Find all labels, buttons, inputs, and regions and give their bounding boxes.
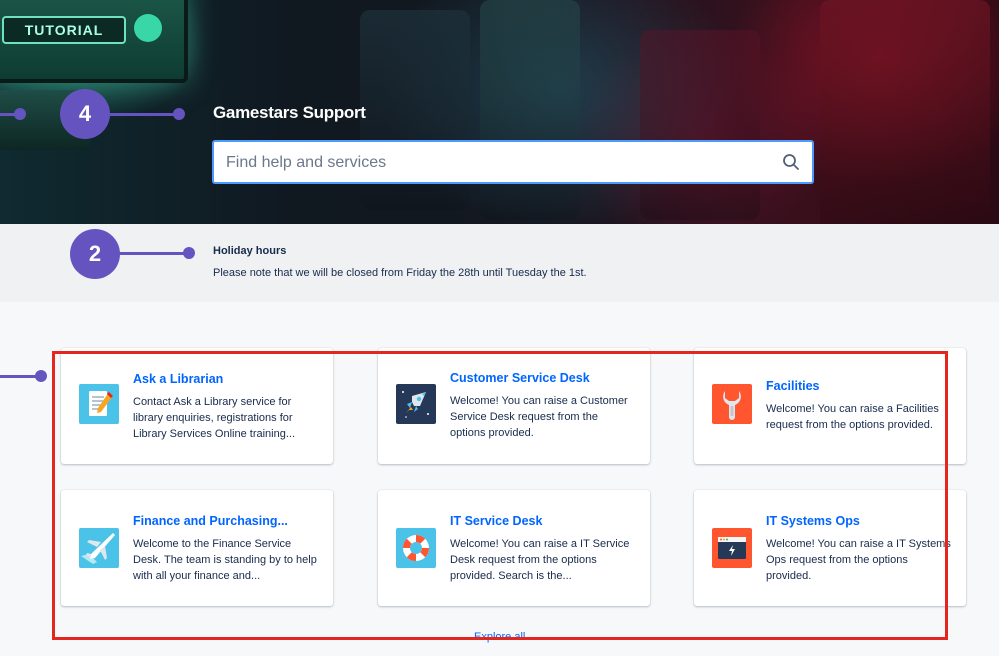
browser-window-icon bbox=[712, 528, 752, 568]
service-desk-card[interactable]: Customer Service Desk Welcome! You can r… bbox=[378, 348, 650, 464]
annotation-leader-dot bbox=[173, 108, 185, 120]
search-icon[interactable] bbox=[782, 153, 800, 171]
service-desk-card[interactable]: Finance and Purchasing... Welcome to the… bbox=[61, 490, 333, 606]
announcement-title: Holiday hours bbox=[213, 245, 287, 257]
annotation-leader-line bbox=[0, 375, 40, 378]
explore-all-link[interactable]: Explore all ⌄ bbox=[474, 630, 546, 643]
service-desk-description: Welcome! You can raise a Customer Servic… bbox=[450, 395, 628, 439]
service-desk-description: Welcome to the Finance Service Desk. The… bbox=[133, 538, 317, 582]
service-desk-description: Welcome! You can raise a IT Systems Ops … bbox=[766, 538, 951, 582]
service-desk-card[interactable]: Ask a Librarian Contact Ask a Library se… bbox=[61, 348, 333, 464]
annotation-marker-4: 4 bbox=[60, 89, 110, 139]
service-desk-title[interactable]: IT Systems Ops bbox=[766, 514, 860, 528]
arcade-cabinet bbox=[640, 30, 760, 220]
arcade-cabinet bbox=[820, 0, 990, 224]
service-desk-card[interactable]: IT Systems Ops Welcome! You can raise a … bbox=[694, 490, 966, 606]
notepad-pencil-icon bbox=[79, 384, 119, 424]
service-desk-title[interactable]: Finance and Purchasing... bbox=[133, 514, 288, 528]
annotation-leader-line bbox=[118, 252, 188, 255]
announcement-text: Please note that we will be closed from … bbox=[213, 267, 587, 279]
service-desk-title[interactable]: Facilities bbox=[766, 379, 820, 393]
service-desk-description: Welcome! You can raise a Facilities requ… bbox=[766, 403, 939, 431]
service-desk-card[interactable]: Facilities Welcome! You can raise a Faci… bbox=[694, 348, 966, 464]
arcade-cabinet bbox=[480, 0, 580, 220]
annotation-leader-dot bbox=[183, 247, 195, 259]
portal-title: Gamestars Support bbox=[213, 103, 366, 122]
service-desk-description: Contact Ask a Library service for librar… bbox=[133, 396, 296, 440]
service-desk-title[interactable]: IT Service Desk bbox=[450, 514, 542, 528]
lifebuoy-icon bbox=[396, 528, 436, 568]
chevron-down-icon: ⌄ bbox=[536, 631, 546, 643]
explore-all-label: Explore all bbox=[474, 631, 526, 643]
arcade-sign: TUTORIAL bbox=[2, 16, 126, 44]
wrench-icon bbox=[712, 384, 752, 424]
annotation-marker-2: 2 bbox=[70, 229, 120, 279]
arcade-button bbox=[134, 14, 162, 42]
announcement-banner: Holiday hours Please note that we will b… bbox=[0, 224, 999, 302]
hero-banner: TUTORIAL Gamestars Support bbox=[0, 0, 999, 224]
service-desk-title[interactable]: Ask a Librarian bbox=[133, 372, 223, 386]
annotation-leader-line bbox=[108, 113, 178, 116]
arcade-screen: TUTORIAL bbox=[0, 0, 188, 83]
service-desk-card[interactable]: IT Service Desk Welcome! You can raise a… bbox=[378, 490, 650, 606]
service-desk-title[interactable]: Customer Service Desk bbox=[450, 371, 590, 385]
search-bar[interactable] bbox=[213, 141, 813, 184]
service-desk-description: Welcome! You can raise a IT Service Desk… bbox=[450, 538, 630, 582]
rocket-icon bbox=[396, 384, 436, 424]
airplane-icon bbox=[79, 528, 119, 568]
annotation-leader-dot bbox=[14, 108, 26, 120]
annotation-leader-dot bbox=[35, 370, 47, 382]
search-input[interactable] bbox=[224, 142, 768, 184]
